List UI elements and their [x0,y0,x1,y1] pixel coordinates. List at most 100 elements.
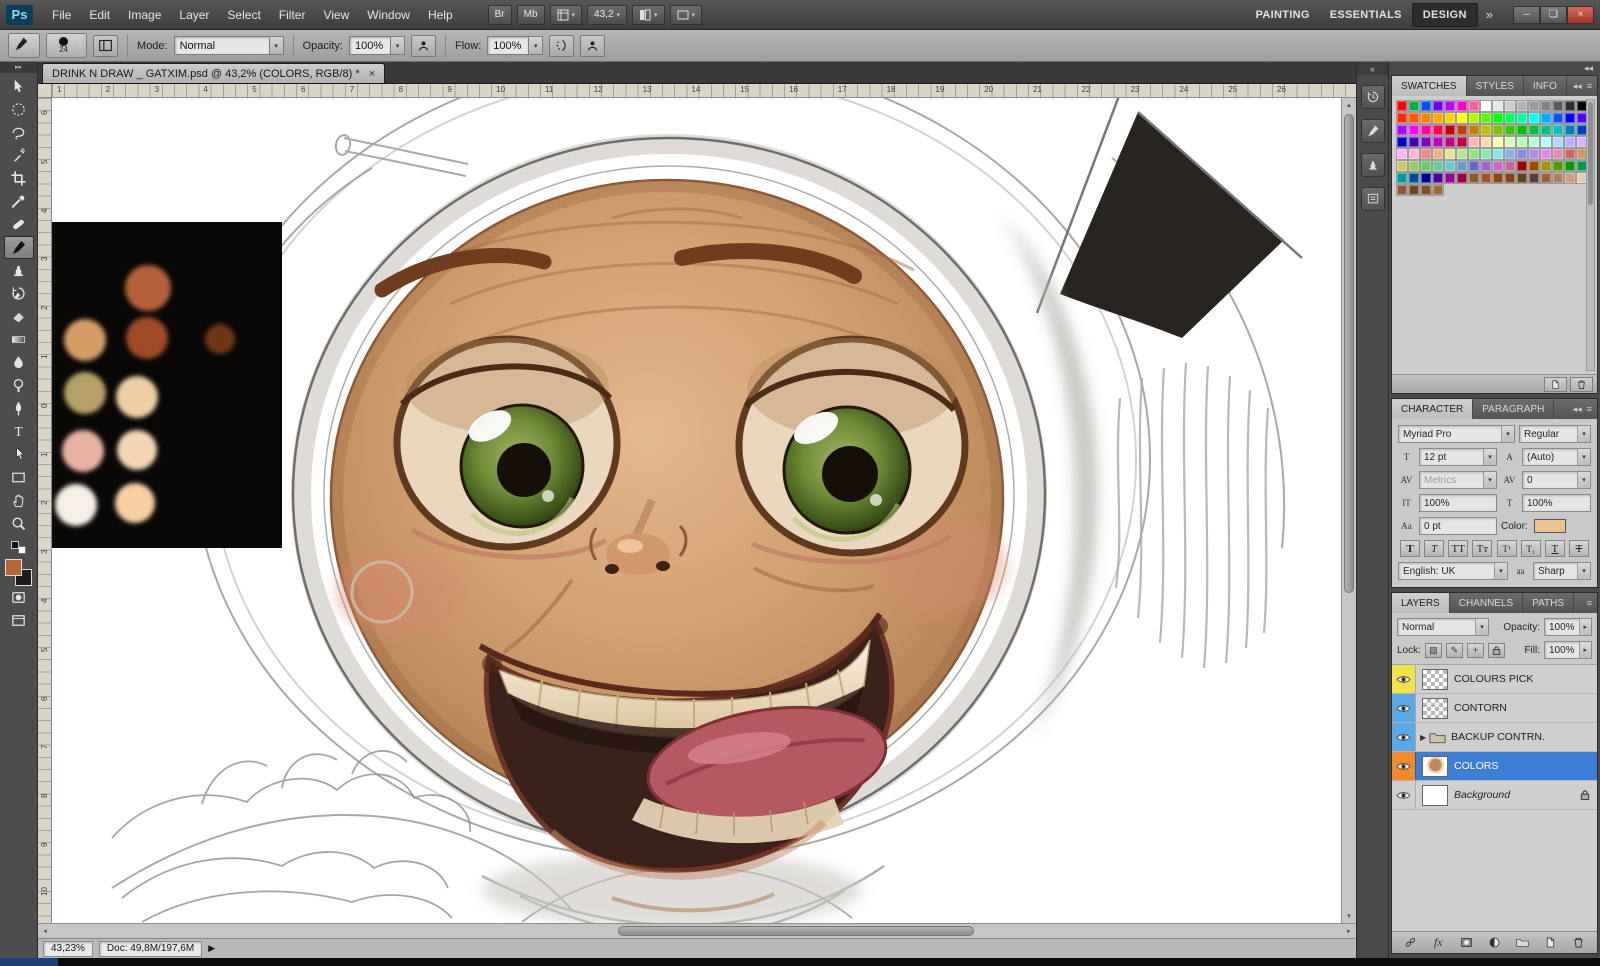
swatch[interactable] [1396,136,1408,148]
link-layers-button[interactable] [1401,935,1419,951]
swatch[interactable] [1504,136,1516,148]
tool-quick-mask[interactable] [4,586,34,609]
horizontal-ruler[interactable]: 1 2 3 4 5 6 7 8 9 10 11 12 13 14 15 16 17 18 19 20 21 22 23 24 2… [52,84,1356,98]
swatch[interactable] [1492,112,1504,124]
swatch[interactable] [1408,112,1420,124]
zoom-level-button[interactable]: 43,2 ▾ [587,4,628,25]
tool-history-brush[interactable] [4,282,34,305]
horizontal-scale-field[interactable]: 100% [1522,494,1591,512]
vertical-scrollbar[interactable]: ▴ ▾ [1341,98,1356,923]
swatch[interactable] [1528,124,1540,136]
swatch[interactable] [1432,172,1444,184]
swatch[interactable] [1528,112,1540,124]
text-style-u-button[interactable]: T [1544,540,1565,557]
lock-transparency-button[interactable]: ▨ [1424,642,1442,658]
swatch[interactable] [1420,172,1432,184]
expand-panels-icon[interactable]: « [1357,62,1388,75]
swatch[interactable] [1396,148,1408,160]
swatch[interactable] [1444,160,1456,172]
canvas-artwork[interactable] [52,98,1341,923]
collapse-panels-icon[interactable]: ◂◂ [1391,62,1598,75]
layer-row-colors[interactable]: COLORS [1392,752,1597,781]
flow-select[interactable]: 100% ▾ [487,36,544,55]
swatch[interactable] [1528,160,1540,172]
swatch[interactable] [1420,124,1432,136]
lock-position-button[interactable]: + [1466,642,1484,658]
tool-rectangle[interactable] [4,466,34,489]
swatch[interactable] [1396,160,1408,172]
swatch[interactable] [1432,124,1444,136]
view-extras-button[interactable]: ▾ [549,4,583,25]
tab-paths[interactable]: PATHS [1523,593,1575,613]
swatch[interactable] [1480,160,1492,172]
swatch[interactable] [1396,124,1408,136]
tool-hand[interactable] [4,489,34,512]
swatch[interactable] [1420,148,1432,160]
swatch-custom[interactable] [1408,184,1420,196]
font-style-select[interactable]: Regular ▾ [1519,425,1591,443]
swatch[interactable] [1564,136,1576,148]
menu-select[interactable]: Select [218,3,269,27]
layer-visibility-toggle[interactable] [1392,665,1416,693]
swatch[interactable] [1540,172,1552,184]
tool-preset-picker[interactable]: ▾ [8,33,40,58]
layer-thumbnail[interactable] [1422,755,1448,777]
layer-thumbnail[interactable] [1422,697,1448,719]
swatch[interactable] [1492,136,1504,148]
swatch[interactable] [1516,172,1528,184]
document-tab[interactable]: DRINK N DRAW _ GATXIM.psd @ 43,2% (COLOR… [42,63,386,83]
layer-style-button[interactable]: fx [1429,935,1447,951]
swatch[interactable] [1516,112,1528,124]
tab-channels[interactable]: CHANNELS [1450,593,1524,613]
layer-row-contorn[interactable]: CONTORN [1392,694,1597,723]
text-style-caps-button[interactable]: TT [1448,540,1469,557]
panel-icon-clone-source[interactable] [1360,153,1385,177]
antialias-select[interactable]: Sharp ▾ [1533,562,1591,580]
swatch[interactable] [1516,100,1528,112]
swatch-custom[interactable] [1396,184,1408,196]
opacity-pressure-button[interactable] [410,34,436,57]
tool-brush[interactable] [3,236,34,259]
swatch[interactable] [1504,124,1516,136]
panel-icon-tool-presets[interactable] [1360,119,1385,143]
swatch[interactable] [1516,160,1528,172]
swatch[interactable] [1480,136,1492,148]
swatch[interactable] [1492,100,1504,112]
swatch[interactable] [1444,172,1456,184]
swatch[interactable] [1504,100,1516,112]
opacity-select[interactable]: 100% ▾ [348,36,405,55]
text-style-sup-button[interactable]: T¹ [1496,540,1517,557]
add-mask-button[interactable] [1457,935,1475,951]
swatch[interactable] [1564,100,1576,112]
horizontal-scroll-thumb[interactable] [617,926,974,936]
tab-character[interactable]: CHARACTER [1392,399,1474,419]
layer-row-colours-pick[interactable]: COLOURS PICK [1392,665,1597,694]
new-group-button[interactable] [1514,935,1532,951]
swatch[interactable] [1564,160,1576,172]
tab-layers[interactable]: LAYERS [1392,593,1450,613]
adjustment-layer-button[interactable] [1485,935,1503,951]
tab-styles[interactable]: STYLES [1467,76,1524,96]
lock-pixels-button[interactable]: ✎ [1445,642,1463,658]
scroll-right-icon[interactable]: ▸ [1342,924,1356,938]
layer-visibility-toggle[interactable] [1392,781,1416,809]
layer-visibility-toggle[interactable] [1392,752,1416,780]
swatch[interactable] [1456,172,1468,184]
swatch-custom[interactable] [1432,184,1444,196]
panel-menu-icon[interactable]: ≡ [1587,598,1592,608]
swatch[interactable] [1420,100,1432,112]
swatch[interactable] [1540,124,1552,136]
text-style-smallcaps-button[interactable]: Tт [1472,540,1493,557]
font-family-select[interactable]: Myriad Pro ▾ [1398,425,1515,443]
swatch[interactable] [1480,100,1492,112]
swatch[interactable] [1432,136,1444,148]
swatch[interactable] [1420,136,1432,148]
swatch[interactable] [1468,112,1480,124]
swatch[interactable] [1480,148,1492,160]
swatch[interactable] [1504,112,1516,124]
swatch[interactable] [1552,148,1564,160]
text-style-i-button[interactable]: T [1424,540,1445,557]
swatch[interactable] [1408,172,1420,184]
horizontal-scrollbar[interactable]: ◂ ▸ [38,923,1356,938]
swatch[interactable] [1432,160,1444,172]
